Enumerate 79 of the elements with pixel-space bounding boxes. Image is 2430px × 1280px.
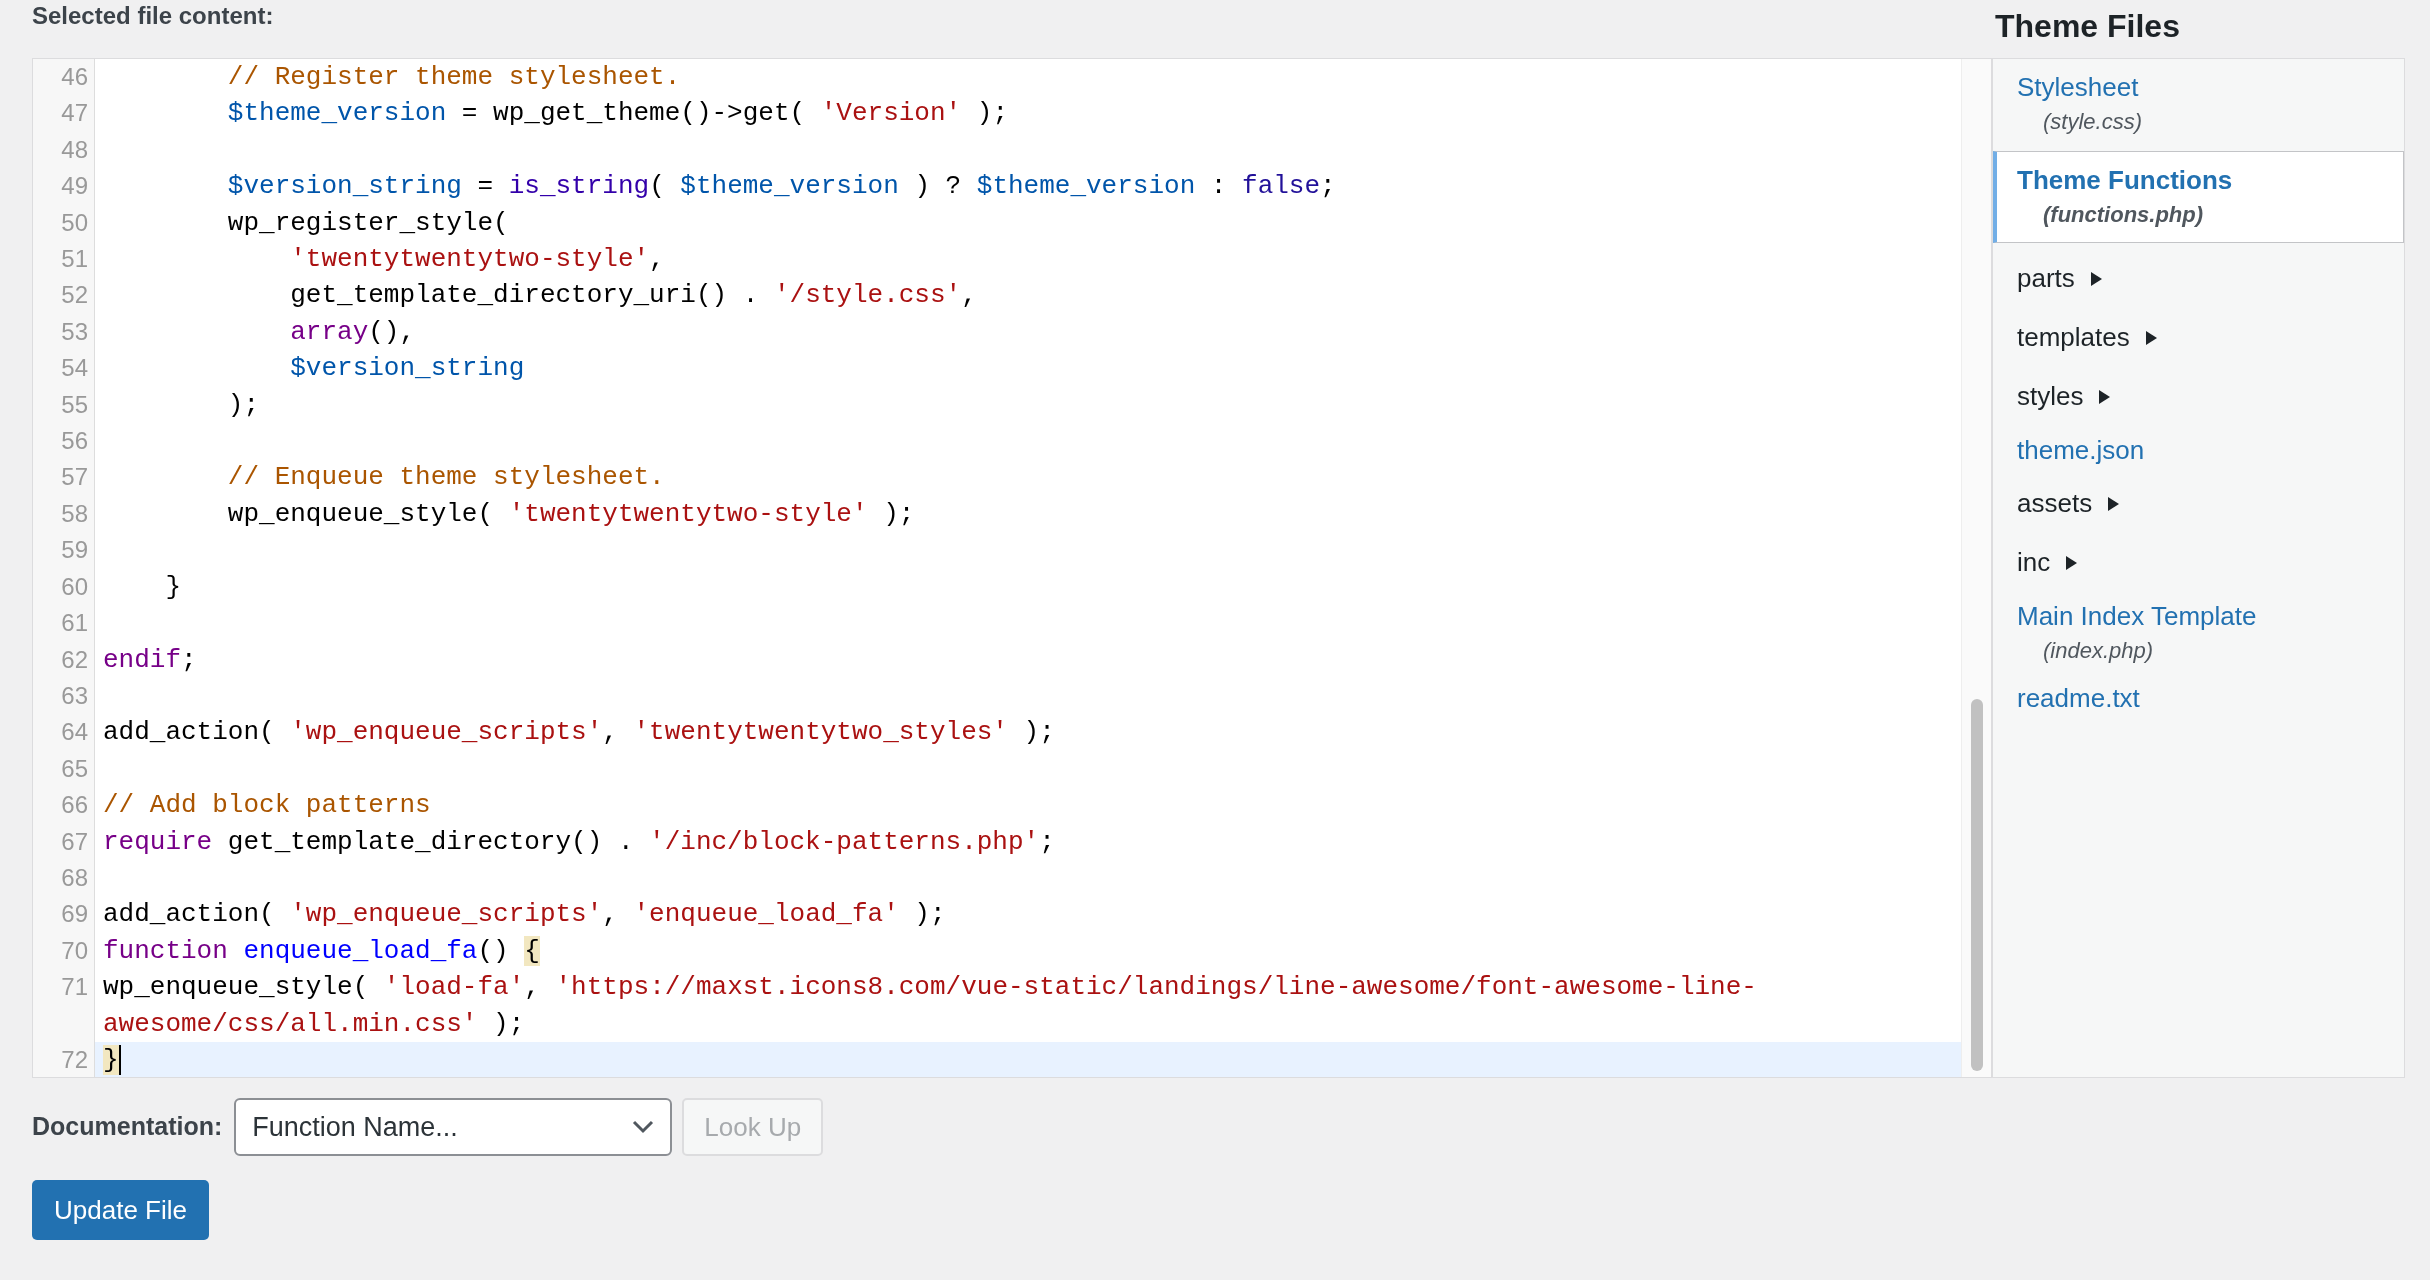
caret-right-icon <box>2143 329 2158 346</box>
line-number: 69 <box>33 896 95 933</box>
line-number: 55 <box>33 386 95 424</box>
line-number: 58 <box>33 495 95 533</box>
line-number: 54 <box>33 350 95 387</box>
sidebar-title: Theme Files <box>1994 7 2181 46</box>
line-number: 57 <box>33 459 95 496</box>
code-text: require get_template_directory() . '/inc/block-patterns.php'; <box>103 825 1055 859</box>
code-text: $version_string <box>289 352 525 386</box>
file-link[interactable]: Main Index Template <box>2017 598 2384 634</box>
caret-right-icon <box>2097 388 2112 405</box>
line-number: 47 <box>33 95 95 132</box>
folder-item[interactable]: templates <box>1993 308 2404 367</box>
code-text: wp_enqueue_style( 'twentytwentytwo-style' ); <box>226 497 915 531</box>
code-text: 'twentytwentytwo-style', <box>289 243 665 277</box>
line-number: 52 <box>33 277 95 314</box>
line-number: 72 <box>33 1041 95 1077</box>
line-number: 68 <box>33 859 95 897</box>
line-number: 65 <box>33 750 95 788</box>
code-text: add_action( 'wp_enqueue_scripts', 'twentytwentytwo_styles' ); <box>103 716 1055 750</box>
code-text: $theme_version = wp_get_theme()->get( 'Version' ); <box>226 97 1008 131</box>
line-number: 64 <box>33 714 95 751</box>
file-name: (index.php) <box>2042 637 2155 665</box>
code-text: // Register theme stylesheet. <box>226 61 681 94</box>
folder-item[interactable]: inc <box>1993 533 2404 592</box>
function-select[interactable]: Function Name... <box>234 1098 673 1156</box>
line-number: 56 <box>33 423 95 460</box>
code-text: get_template_directory_uri() . '/style.css', <box>289 279 977 313</box>
folder-item[interactable]: parts <box>1993 249 2404 308</box>
caret-right-icon <box>2088 270 2103 287</box>
line-number: 51 <box>33 241 95 278</box>
folder-item[interactable]: styles <box>1993 367 2404 426</box>
code-text: wp_register_style( <box>226 206 509 240</box>
code-text: $version_string = is_string( $theme_version ) ? $theme_version : false; <box>226 170 1336 204</box>
line-number: 67 <box>33 823 95 860</box>
code-text: wp_enqueue_style( 'load-fa', 'https://maxst.icons8.com/vue-static/landings/line-awesome/font-awesome-line-awesome/css/all.min.css' ); <box>103 971 1758 1041</box>
code-text: } <box>103 1043 119 1077</box>
file-link[interactable]: Theme Functions <box>2017 162 2383 198</box>
file-link[interactable]: theme.json <box>2017 432 2384 468</box>
code-text: array(), <box>289 315 416 349</box>
line-number: 60 <box>33 568 95 606</box>
code-text: function enqueue_load_fa() { <box>103 934 540 968</box>
line-number: 62 <box>33 641 95 678</box>
line-number: 46 <box>33 59 95 96</box>
code-text: // Enqueue theme stylesheet. <box>226 461 665 495</box>
file-item[interactable]: readme.txt <box>1993 674 2404 722</box>
caret-right-icon <box>2064 554 2079 571</box>
folder-item[interactable]: assets <box>1993 474 2404 533</box>
scrollbar-thumb[interactable] <box>1970 699 1983 1071</box>
line-number: 70 <box>33 932 95 970</box>
file-link[interactable]: Stylesheet <box>2017 69 2384 105</box>
caret-right-icon <box>2106 495 2121 512</box>
line-number: 59 <box>33 532 95 569</box>
update-file-button[interactable]: Update File <box>32 1180 209 1240</box>
line-number: 71 <box>33 969 95 1042</box>
file-name: (functions.php) <box>2042 201 2205 229</box>
code-text: // Add block patterns <box>103 789 431 823</box>
code-text: } <box>164 570 182 604</box>
line-number: 49 <box>33 168 95 205</box>
file-link[interactable]: readme.txt <box>2017 680 2384 716</box>
code-text: endif; <box>103 643 197 677</box>
file-item[interactable]: Theme Functions (functions.php) <box>1993 151 2404 243</box>
file-item[interactable]: Main Index Template (index.php) <box>1993 592 2404 674</box>
file-item[interactable]: Stylesheet (style.css) <box>1993 63 2404 145</box>
section-heading: Selected file content: <box>32 1 275 31</box>
file-name: (style.css) <box>2042 108 2143 136</box>
line-number: 53 <box>33 313 95 351</box>
line-number: 48 <box>33 131 95 169</box>
code-editor[interactable] <box>32 58 1992 1078</box>
file-item[interactable]: theme.json <box>1993 426 2404 474</box>
code-text: add_action( 'wp_enqueue_scripts', 'enqueue_load_fa' ); <box>103 898 946 932</box>
documentation-label: Documentation: <box>32 1111 223 1143</box>
line-number: 50 <box>33 204 95 242</box>
line-number: 63 <box>33 677 95 715</box>
line-number: 61 <box>33 605 95 642</box>
line-number: 66 <box>33 787 95 824</box>
chevron-down-icon <box>632 1120 655 1134</box>
code-text: ); <box>226 388 260 422</box>
text-cursor <box>118 1044 121 1075</box>
